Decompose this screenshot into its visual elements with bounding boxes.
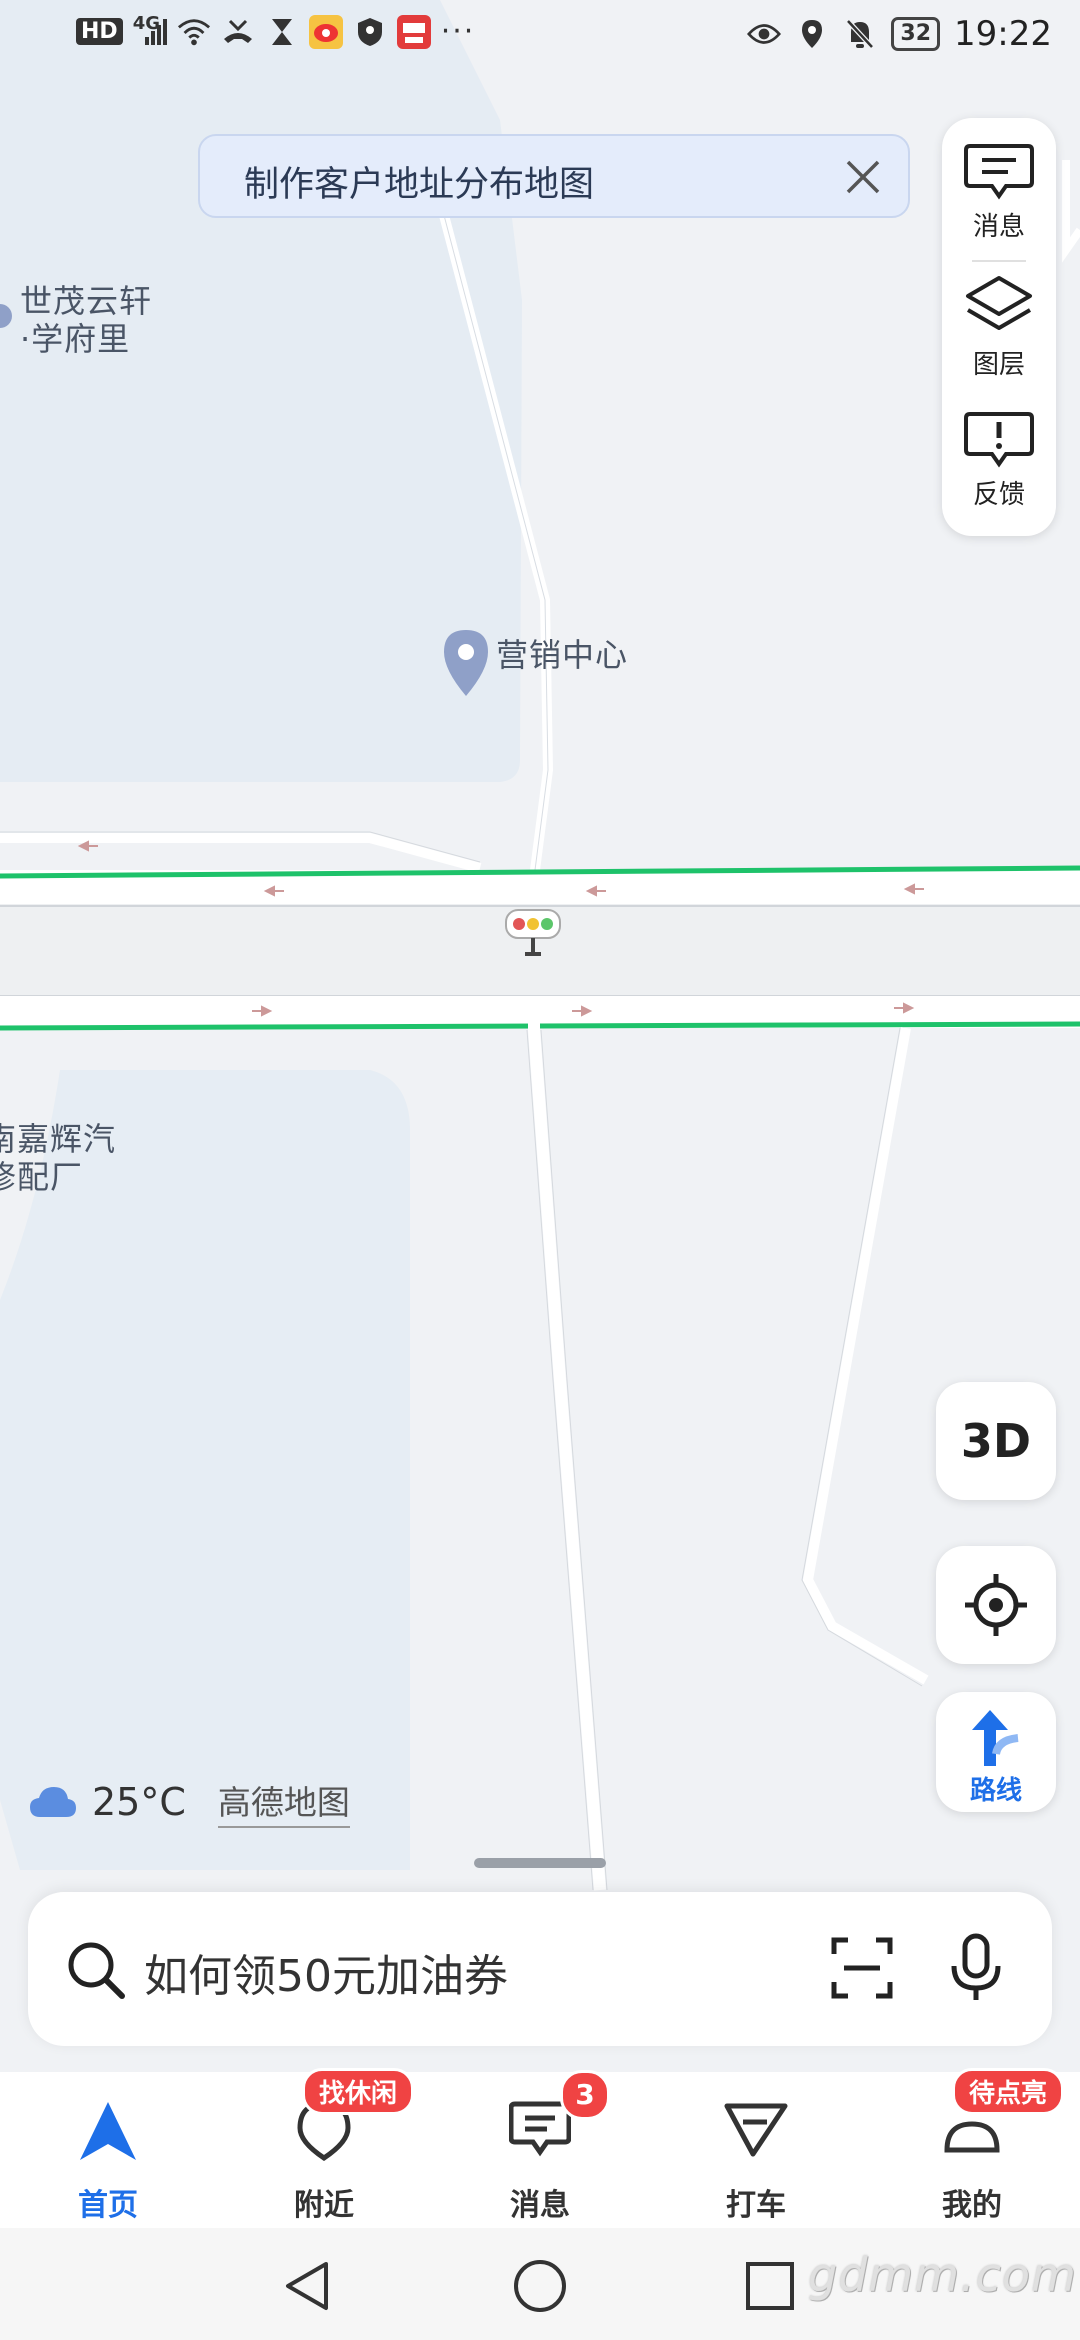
tab-label: 打车 [726, 2188, 786, 2223]
search-bar[interactable]: 如何领50元加油券 [28, 1892, 1052, 2046]
hd-badge: HD [76, 18, 123, 45]
feedback-tool-button[interactable]: 反馈 [942, 410, 1056, 511]
weather-widget[interactable]: 25°C 高德地图 [28, 1776, 350, 1828]
locate-button[interactable] [936, 1546, 1056, 1664]
missed-call-icon [221, 15, 255, 49]
back-icon[interactable] [282, 2258, 332, 2314]
tab-label: 附近 [294, 2188, 354, 2223]
home-icon[interactable] [512, 2258, 568, 2314]
3d-toggle-button[interactable]: 3D [936, 1382, 1056, 1500]
route-button[interactable]: 路线 [936, 1692, 1056, 1812]
status-left: HD 4G ··· [76, 12, 476, 49]
drawer-handle[interactable] [474, 1858, 606, 1868]
battery-indicator: 32 [891, 17, 941, 51]
tab-mine[interactable]: 待点亮 我的 [864, 2068, 1080, 2228]
layers-icon [966, 276, 1032, 330]
watermark: gdmm.com [808, 2248, 1077, 2302]
map-side-toolbar: 消息 图层 反馈 [942, 118, 1056, 536]
recents-icon[interactable] [744, 2260, 796, 2312]
tab-nearby[interactable]: 找休闲 附近 [216, 2068, 432, 2228]
taxi-icon [648, 2100, 864, 2158]
crosshair-icon [965, 1574, 1027, 1636]
map-label-line: 修配厂 [0, 1158, 84, 1196]
tab-label: 我的 [942, 2188, 1002, 2223]
message-icon [964, 144, 1034, 200]
mine-tag-badge: 待点亮 [952, 2068, 1065, 2115]
map-label-shimao[interactable]: 世茂云轩 ·学府里 [20, 282, 152, 358]
map-label-line: 世茂云轩 [20, 282, 153, 320]
task-banner[interactable]: 制作客户地址分布地图 [198, 134, 910, 218]
message-icon [432, 2100, 648, 2158]
nav-arrow-icon [0, 2100, 216, 2162]
map-label-marketing-center[interactable]: 营销中心 [496, 636, 628, 674]
clock: 19:22 [954, 14, 1052, 54]
temperature: 25°C [92, 1780, 186, 1824]
cloud-icon [30, 1787, 76, 1817]
messages-tool-label: 消息 [972, 212, 1025, 242]
shield-icon [353, 15, 387, 49]
feedback-tool-label: 反馈 [972, 480, 1025, 510]
location-pin-icon [795, 17, 829, 51]
microphone-icon[interactable] [948, 1932, 1004, 2004]
search-icon [68, 1942, 125, 1999]
close-icon[interactable] [836, 150, 890, 204]
tab-messages[interactable]: 3 消息 [432, 2070, 648, 2228]
nearby-tag-badge: 找休闲 [302, 2068, 415, 2115]
map-label-repair-shop[interactable]: 南嘉辉汽 修配厂 [0, 1120, 116, 1196]
status-bar: HD 4G ··· 32 19:22 [0, 0, 1080, 72]
amap-brand-label: 高德地图 [217, 1776, 350, 1828]
hourglass-icon [265, 15, 299, 49]
divider [972, 260, 1026, 262]
layers-tool-label: 图层 [972, 350, 1025, 380]
bottom-tab-bar: 首页 找休闲 附近 3 消息 打车 待点亮 我的 [0, 2068, 1080, 2228]
tab-label: 消息 [510, 2188, 570, 2223]
eye-icon [747, 17, 782, 51]
route-label: 路线 [969, 1776, 1022, 1806]
tab-home[interactable]: 首页 [0, 2072, 216, 2228]
status-right: 32 19:22 [747, 14, 1052, 54]
map-label-line: ·学府里 [20, 320, 131, 358]
weibo-icon [308, 14, 343, 49]
route-arrow-icon [972, 1710, 1019, 1766]
tab-taxi[interactable]: 打车 [648, 2072, 864, 2228]
messages-count-badge: 3 [560, 2070, 610, 2120]
map-label-line: 南嘉辉汽 [0, 1120, 117, 1158]
shopping-618-icon [396, 14, 431, 49]
tab-label: 首页 [78, 2188, 138, 2223]
network-type: 4G [132, 12, 160, 34]
more-notifications: ··· [440, 14, 476, 49]
layers-tool-button[interactable]: 图层 [942, 274, 1056, 381]
bell-muted-icon [843, 17, 877, 51]
signal-icon: 4G [132, 12, 167, 49]
feedback-icon [964, 412, 1034, 468]
messages-tool-button[interactable]: 消息 [942, 142, 1056, 243]
scan-icon[interactable] [830, 1936, 894, 2000]
banner-text[interactable]: 制作客户地址分布地图 [244, 156, 594, 207]
search-input[interactable]: 如何领50元加油券 [144, 1940, 508, 2004]
wifi-icon [177, 15, 211, 49]
